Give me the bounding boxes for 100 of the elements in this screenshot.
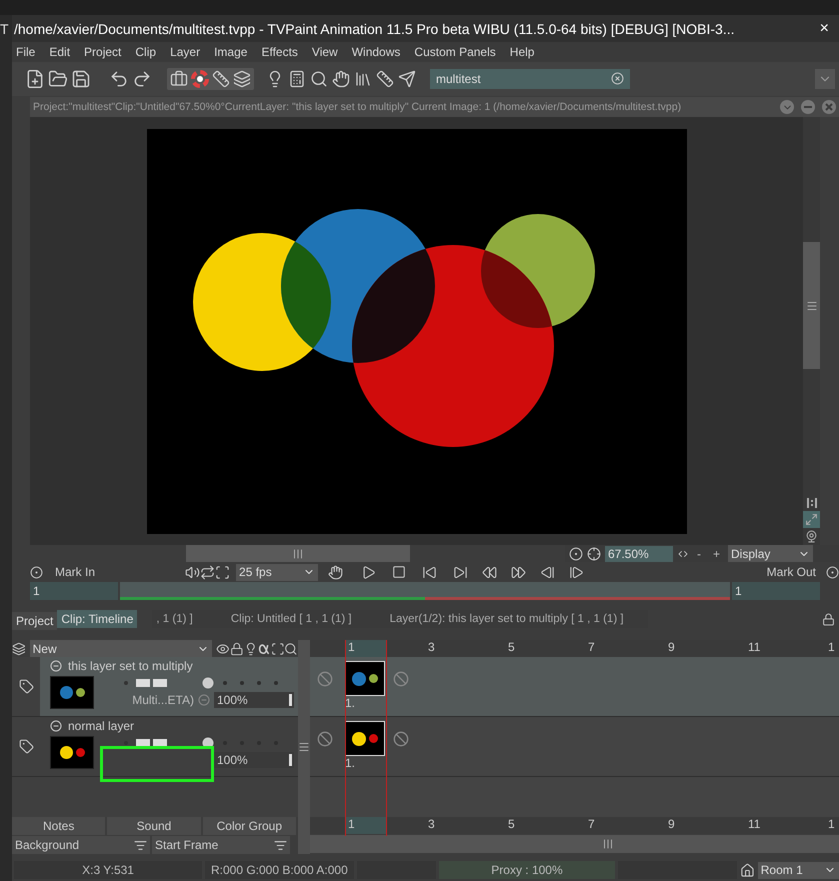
opacity-field[interactable]: 100% [214, 752, 294, 768]
rewind-icon[interactable] [482, 564, 498, 580]
display-dropdown[interactable]: Display [728, 545, 814, 562]
paper-plane-icon[interactable] [398, 70, 416, 88]
panel-tab[interactable]: Project [12, 612, 58, 630]
lock-icon[interactable] [822, 612, 835, 626]
new-file-icon[interactable] [25, 69, 45, 89]
scrollbar-thumb[interactable] [803, 242, 820, 369]
zoom-icon[interactable] [284, 642, 298, 656]
light-table-dots-icon[interactable] [202, 677, 280, 689]
play-icon[interactable] [361, 564, 376, 580]
menu-button[interactable] [780, 100, 794, 114]
close-button[interactable] [822, 100, 836, 114]
toolbox-icon[interactable] [170, 70, 188, 88]
center-icon[interactable] [587, 546, 601, 560]
collapse-icon[interactable] [50, 720, 62, 732]
frame-number: 9 [667, 817, 676, 833]
menu-item[interactable]: Layer [168, 45, 208, 59]
tag-icon[interactable] [18, 679, 34, 694]
clear-icon[interactable] [611, 72, 624, 85]
menu-item[interactable]: Clip [133, 45, 164, 59]
lock-icon[interactable] [230, 642, 244, 656]
alpha-icon[interactable] [257, 642, 271, 656]
frame-number: 7 [587, 817, 596, 833]
open-folder-icon[interactable] [48, 69, 68, 89]
start-frame-dropdown[interactable]: Start Frame [152, 836, 290, 854]
previous-frame-icon[interactable] [540, 564, 556, 580]
zoom-field[interactable]: 67.50% [605, 546, 673, 562]
close-button[interactable]: × [816, 20, 833, 38]
menu-item[interactable]: Project [82, 45, 128, 59]
new-layer-dropdown[interactable]: New [30, 640, 212, 657]
last-frame-icon[interactable] [453, 564, 468, 580]
coordinates-text: X:3 Y:531 [14, 861, 202, 879]
footer-tab[interactable]: Sound [107, 817, 201, 835]
fps-dropdown[interactable]: 25 fps [236, 564, 318, 580]
background-dropdown[interactable]: Background [12, 836, 150, 854]
menu-item[interactable]: File [14, 45, 42, 59]
light-table-dots-icon[interactable] [202, 737, 280, 749]
menu-item[interactable]: View [310, 45, 345, 59]
next-frame-icon[interactable] [569, 564, 584, 580]
menu-item[interactable]: Image [212, 45, 254, 59]
color-wheel-icon[interactable] [191, 70, 209, 88]
menu-item[interactable]: Edit [47, 45, 78, 59]
loop-icon[interactable] [200, 564, 216, 580]
splitter-handle-icon[interactable] [298, 741, 310, 753]
range-start-field[interactable]: 1 [30, 582, 118, 600]
search-field[interactable]: multitest [430, 69, 630, 89]
ruler-icon[interactable] [212, 70, 230, 88]
layers-icon[interactable] [233, 70, 251, 88]
layer-stack-icon[interactable] [12, 642, 26, 656]
hand-icon[interactable] [328, 564, 344, 580]
zoom-out-button[interactable]: - [693, 546, 705, 560]
room-dropdown[interactable]: Room 1 [758, 862, 839, 878]
frame-number: 1 [345, 817, 386, 834]
menu-item[interactable]: Effects [259, 45, 305, 59]
minimize-button[interactable] [801, 100, 815, 114]
save-icon[interactable] [71, 69, 91, 89]
mark-in-icon[interactable] [30, 566, 43, 578]
rotate-icon[interactable] [569, 546, 583, 560]
tag-icon[interactable] [18, 739, 34, 754]
undo-icon[interactable] [109, 69, 129, 89]
fit-button[interactable] [803, 511, 820, 528]
window-title: /home/xavier/Documents/multitest.tvpp - TVPaint Animation 11.5 Pro beta WIBU (11.5.0-64 bits) [DEBUG] [NOBI-3... [14, 20, 736, 36]
layer-thumbnail [50, 676, 94, 709]
grip-icon [806, 300, 818, 312]
footer-tab[interactable]: Notes [12, 817, 106, 835]
timeline-status-text: Layer(1/2): this layer set to multiply [ 1 , 1 (1) ] [390, 613, 624, 625]
home-icon[interactable] [740, 862, 755, 878]
calculator-icon[interactable] [288, 70, 306, 88]
redo-icon[interactable] [132, 69, 152, 89]
frame-icon[interactable] [215, 564, 230, 580]
zoom-in-button[interactable]: + [709, 546, 724, 560]
menu-item[interactable]: Windows [350, 45, 408, 59]
opacity-thumb[interactable] [289, 694, 292, 706]
books-icon[interactable] [354, 70, 372, 88]
eye-icon[interactable] [216, 642, 230, 656]
frame-thumbnail[interactable] [345, 661, 385, 696]
opacity-thumb[interactable] [289, 754, 292, 766]
selection-icon[interactable] [270, 642, 284, 656]
range-end-field[interactable]: 1 [732, 582, 820, 600]
frame-number: 11 [747, 640, 762, 656]
menu-item[interactable]: Help [508, 45, 542, 59]
first-frame-icon[interactable] [422, 564, 438, 580]
layer-row[interactable]: this layer set to multiply Multi...ETA) 100% [40, 657, 298, 716]
opacity-field[interactable]: 100% [214, 692, 294, 708]
layer-row[interactable]: normal layer 100% [40, 717, 298, 776]
mark-out-icon[interactable] [826, 566, 839, 578]
search-icon[interactable] [310, 70, 328, 88]
fast-forward-icon[interactable] [511, 564, 526, 580]
ruler-icon[interactable] [376, 70, 394, 88]
timeline-scrollbar[interactable] [310, 835, 839, 853]
hand-icon[interactable] [332, 70, 350, 88]
frame-thumbnail[interactable] [345, 721, 385, 756]
sound-icon[interactable] [185, 564, 200, 580]
stop-icon[interactable] [392, 565, 406, 579]
menu-item[interactable]: Custom Panels [412, 45, 503, 59]
scrollbar-thumb[interactable] [186, 545, 410, 562]
collapse-icon[interactable] [50, 660, 62, 672]
panel-tab[interactable]: Clip: Timeline [57, 610, 138, 628]
footer-tab[interactable]: Color Group [202, 817, 296, 835]
